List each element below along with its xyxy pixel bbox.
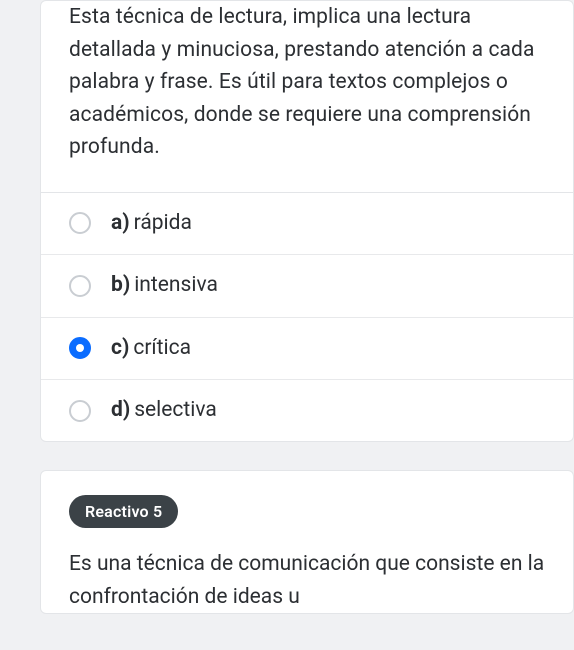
- question-badge: Reactivo 5: [69, 495, 178, 528]
- option-text: selectiva: [134, 398, 217, 422]
- option-label: b)intensiva: [111, 271, 218, 300]
- option-c[interactable]: c)crítica: [41, 318, 573, 380]
- question-card-5: Reactivo 5 Es una técnica de comunicació…: [40, 470, 574, 614]
- radio-icon: [69, 212, 91, 234]
- options-list: a)rápida b)intensiva c)crítica d)selecti…: [41, 192, 573, 442]
- option-a[interactable]: a)rápida: [41, 193, 573, 255]
- option-b[interactable]: b)intensiva: [41, 255, 573, 317]
- radio-icon: [69, 400, 91, 422]
- option-label: c)crítica: [111, 334, 191, 363]
- question-prompt-block: Esta técnica de lectura, implica una lec…: [41, 1, 573, 192]
- radio-icon: [69, 275, 91, 297]
- page: Esta técnica de lectura, implica una lec…: [0, 0, 574, 650]
- option-text: crítica: [133, 336, 191, 360]
- option-text: rápida: [134, 211, 192, 235]
- question-prompt-text: Esta técnica de lectura, implica una lec…: [69, 1, 545, 164]
- option-letter: b): [111, 273, 130, 297]
- option-d[interactable]: d)selectiva: [41, 380, 573, 441]
- option-label: a)rápida: [111, 209, 192, 238]
- option-letter: d): [111, 398, 130, 422]
- radio-icon-selected: [69, 337, 91, 359]
- option-letter: a): [111, 211, 130, 235]
- option-letter: c): [111, 336, 129, 360]
- question-prompt-text: Es una técnica de comunicación que consi…: [69, 548, 545, 613]
- option-label: d)selectiva: [111, 396, 217, 425]
- option-text: intensiva: [134, 273, 218, 297]
- question-card-4: Esta técnica de lectura, implica una lec…: [40, 0, 574, 442]
